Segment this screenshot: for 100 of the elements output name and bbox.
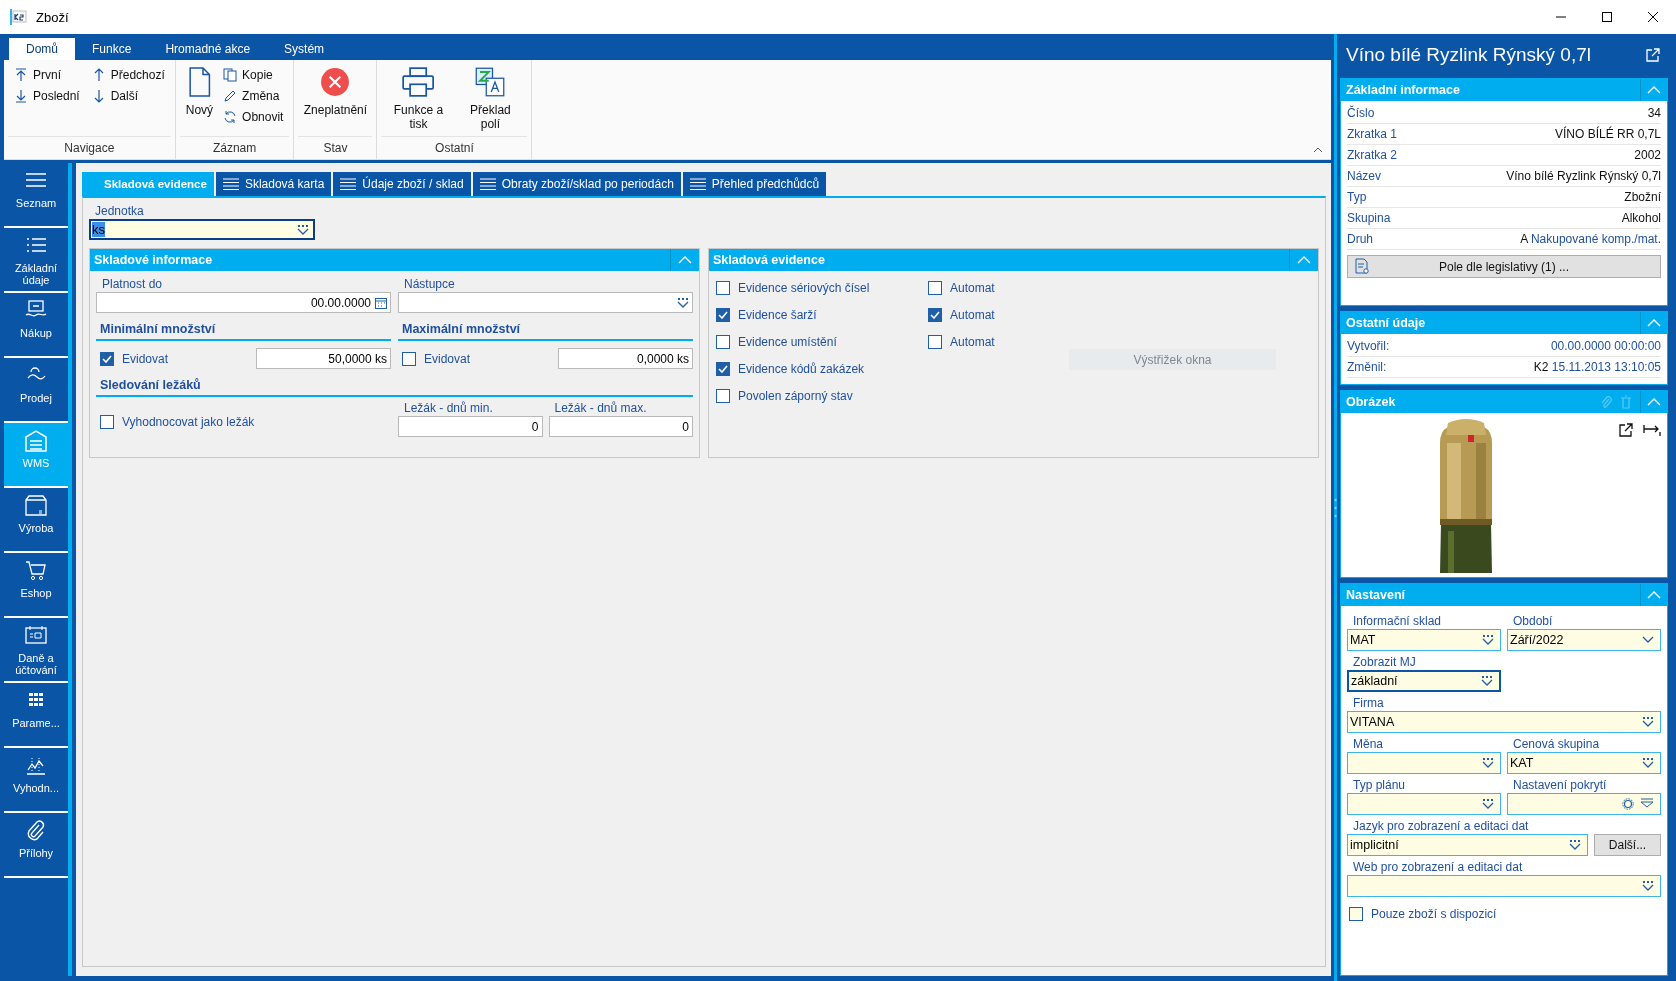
refresh-icon <box>223 109 238 124</box>
info-label: Číslo <box>1347 106 1375 120</box>
open-image-button[interactable] <box>1619 423 1633 437</box>
fit-width-button[interactable] <box>1643 423 1661 437</box>
lookup-icon <box>1482 799 1494 809</box>
ribbon-tab[interactable]: Systém <box>267 38 342 60</box>
lookup-field[interactable] <box>1507 793 1661 815</box>
number-field[interactable]: 0 <box>548 416 693 437</box>
ribbon-button[interactable]: První <box>14 64 80 85</box>
collapse-icon <box>1297 256 1311 264</box>
lookup-field[interactable]: VITANA <box>1347 711 1661 733</box>
form-tab[interactable]: Skladová karta <box>215 172 332 196</box>
info-label: Druh <box>1347 232 1373 246</box>
checkbox[interactable] <box>100 415 114 429</box>
collapse-icon <box>1647 86 1661 94</box>
info-value: Víno bílé Ryzlink Rýnský 0,7l <box>1506 169 1661 183</box>
item-title: Víno bílé Ryzlink Rýnský 0,7l <box>1346 43 1591 66</box>
sidebar-item[interactable]: Daně a účtování <box>4 618 68 683</box>
arrow-up-bar-icon <box>14 67 28 82</box>
form-tab[interactable]: Údaje zboží / sklad <box>333 172 471 196</box>
popout-icon <box>1619 423 1633 437</box>
checkbox-label: Evidence šarží <box>738 307 817 322</box>
checkbox[interactable] <box>928 280 942 295</box>
checkbox[interactable] <box>928 307 942 322</box>
lookup-field[interactable] <box>1347 752 1501 774</box>
lookup-icon <box>1642 758 1654 768</box>
field-label: Zobrazit MJ <box>1352 655 1417 670</box>
collapse-icon <box>1647 398 1661 406</box>
sidebar-item[interactable]: Eshop <box>4 553 68 618</box>
ribbon-button[interactable]: Změna <box>223 85 284 106</box>
section-heading: Minimální množství <box>96 319 391 341</box>
lookup-field[interactable]: Září/2022 <box>1507 629 1661 651</box>
collapse-ribbon-button[interactable] <box>1313 147 1323 153</box>
checkbox-label: Evidovat <box>424 351 471 366</box>
checkbox[interactable] <box>1349 907 1363 921</box>
successor-field[interactable] <box>398 292 693 313</box>
lookup-field[interactable]: KAT <box>1507 752 1661 774</box>
checkbox-label: Evidence sériových čísel <box>738 280 870 295</box>
ribbon-tab[interactable]: Funkce <box>75 38 149 60</box>
lookup-icon <box>297 224 309 235</box>
checkbox-label: Evidence umístění <box>738 334 837 349</box>
legislation-button[interactable]: Pole dle legislativy (1) ... <box>1347 255 1661 278</box>
sidebar-item[interactable]: Parame... <box>4 683 68 748</box>
checkbox-label: Vyhodnocovat jako ležák <box>122 415 255 429</box>
ribbon-button[interactable]: Poslední <box>14 85 80 106</box>
checkbox[interactable] <box>402 351 416 366</box>
number-field[interactable]: 50,0000 ks <box>256 348 391 369</box>
sidebar-item[interactable]: Výroba <box>4 488 68 553</box>
arrow-down-bar-icon <box>14 88 28 103</box>
copy-icon <box>223 67 238 82</box>
checkbox-label: Automat <box>950 307 995 322</box>
sidebar-item[interactable]: Přílohy <box>4 813 68 878</box>
field-label: Web pro zobrazení a editaci dat <box>1352 860 1524 875</box>
number-field[interactable]: 0 <box>398 416 543 437</box>
checkbox[interactable] <box>928 334 942 349</box>
sidebar-item[interactable]: Seznam <box>4 163 68 228</box>
number-field[interactable]: 0,0000 ks <box>558 348 693 369</box>
dropdown-icon <box>1640 798 1654 808</box>
fit-width-icon <box>1643 423 1661 437</box>
ribbon-button[interactable]: Nový <box>185 64 214 125</box>
lookup-field[interactable]: MAT <box>1347 629 1501 651</box>
checkbox[interactable] <box>716 307 730 322</box>
more-button[interactable]: Další... <box>1594 834 1661 856</box>
sidebar-item[interactable]: Nákup <box>4 293 68 358</box>
info-value: 2002 <box>1634 148 1661 162</box>
ribbon-button[interactable]: Zneplatnění <box>304 64 367 125</box>
unit-field[interactable]: ks <box>89 219 315 240</box>
sidebar-item[interactable]: Vyhodn... <box>4 748 68 813</box>
form-tab[interactable]: Obraty zboží/sklad po periodách <box>472 172 681 196</box>
popout-icon <box>1646 47 1660 62</box>
ribbon-button[interactable]: Další <box>91 85 165 106</box>
ribbon-button[interactable]: Překlad polí <box>459 64 522 131</box>
ribbon-button[interactable]: Kopie <box>223 64 284 85</box>
lookup-field[interactable]: implicitní <box>1347 834 1588 856</box>
lookup-field[interactable] <box>1347 793 1501 815</box>
ribbon-button[interactable]: Obnovit <box>223 106 284 127</box>
checkbox-label: Povolen záporný stav <box>738 388 853 403</box>
checkbox[interactable] <box>716 280 730 295</box>
ribbon-button[interactable]: Předchozí <box>91 64 165 85</box>
ribbon-tab[interactable]: Domů <box>9 38 75 60</box>
lookup-field[interactable] <box>1347 875 1661 897</box>
checkbox[interactable] <box>716 334 730 349</box>
form-tab[interactable]: Přehled předchůdců <box>682 172 827 196</box>
field-label: Platnost do <box>101 277 164 292</box>
info-label: Zkratka 2 <box>1347 148 1397 162</box>
info-value: 34 <box>1647 106 1661 120</box>
sidebar-item[interactable]: Základní údaje <box>4 228 68 293</box>
popout-button[interactable] <box>1646 47 1660 62</box>
ribbon-button[interactable]: Funkce a tisk <box>387 64 450 131</box>
checkbox-label: Evidence kódů zakázek <box>738 361 865 376</box>
lookup-icon <box>1482 758 1494 768</box>
info-value: VÍNO BÍLÉ RR 0,7L <box>1554 127 1661 141</box>
section-title: Ostatní údaje <box>1346 316 1427 330</box>
checkbox[interactable] <box>100 351 114 366</box>
maximize-icon <box>1602 12 1612 22</box>
checkbox[interactable] <box>716 361 730 376</box>
date-field[interactable]: 00.00.0000 <box>96 292 391 313</box>
ribbon-tab[interactable]: Hromadné akce <box>148 38 268 60</box>
checkbox[interactable] <box>716 388 730 403</box>
lookup-field[interactable]: základní <box>1347 670 1501 692</box>
